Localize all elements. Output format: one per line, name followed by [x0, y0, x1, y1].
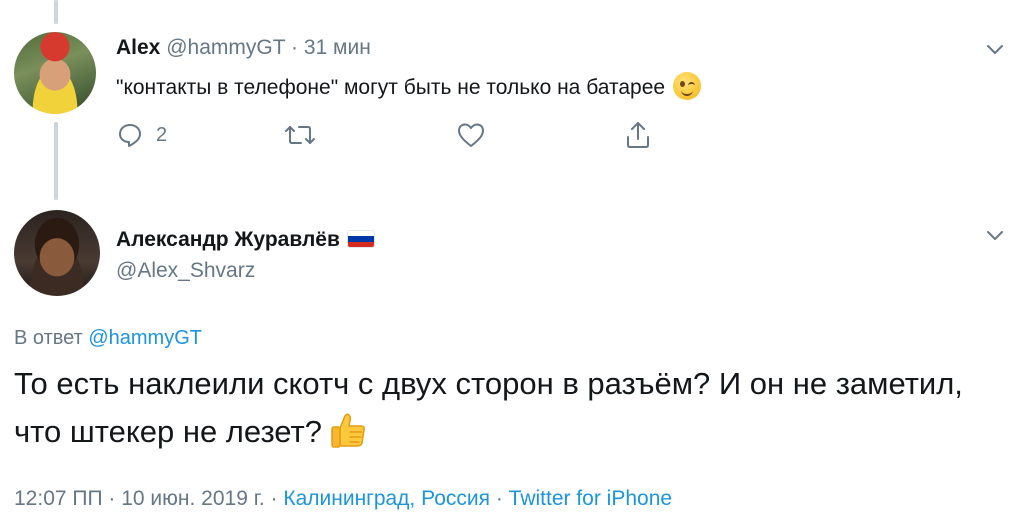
heart-icon[interactable]: [456, 121, 486, 149]
thread-line-bottom: [54, 122, 58, 200]
tweet1-text: "контакты в телефоне" могут быть не толь…: [116, 72, 702, 103]
tweet1-separator: ·: [291, 36, 298, 59]
avatar-alex[interactable]: [14, 32, 96, 114]
reply-to-handle-link[interactable]: @hammyGT: [88, 327, 202, 349]
tweet1-header: Alex @hammyGT · 31 мин: [116, 34, 371, 62]
reply-action[interactable]: 2: [116, 120, 167, 150]
tweet2-location-link[interactable]: Калининград, Россия: [283, 487, 490, 510]
tweet1-text-content: "контакты в телефоне" могут быть не толь…: [116, 76, 666, 99]
tweet2-source-link[interactable]: Twitter for iPhone: [509, 487, 672, 510]
share-icon[interactable]: [624, 120, 652, 150]
tweet2-text: То есть наклеили скотч с двух сторон в р…: [14, 360, 1004, 456]
share-action[interactable]: [624, 120, 652, 150]
tweet2-author-name-line[interactable]: Александр Журавлёв: [116, 226, 374, 254]
thread-line-top: [54, 0, 58, 24]
meta-separator: ·: [264, 487, 284, 510]
russia-flag-icon: [347, 231, 374, 247]
tweet1-chevron-down-icon[interactable]: [984, 38, 1006, 60]
winking-face-emoji-icon: [673, 72, 702, 100]
like-action[interactable]: [456, 120, 486, 150]
retweet-action[interactable]: [284, 120, 316, 150]
reply-to-prefix: В ответ: [14, 327, 83, 349]
tweet2-author-handle[interactable]: @Alex_Shvarz: [116, 257, 255, 285]
tweet1-author-name[interactable]: Alex: [116, 36, 160, 59]
tweet2-text-content: То есть наклеили скотч с двух сторон в р…: [14, 366, 963, 449]
tweet2-author-name[interactable]: Александр Журавлёв: [116, 228, 340, 251]
tweet2-datetime[interactable]: 12:07 ПП · 10 июн. 2019 г.: [14, 487, 265, 510]
retweet-icon[interactable]: [284, 121, 316, 149]
reply-count: 2: [156, 123, 168, 146]
reply-icon[interactable]: [116, 121, 144, 149]
tweet1-author-handle[interactable]: @hammyGT: [166, 36, 285, 59]
meta-separator: ·: [489, 487, 509, 510]
thumbs-up-emoji-icon: [328, 410, 368, 450]
tweet1-time[interactable]: 31 мин: [304, 36, 371, 59]
avatar-alexander[interactable]: [14, 210, 100, 296]
tweet2-meta: 12:07 ПП · 10 июн. 2019 г. · Калининград…: [14, 484, 672, 514]
tweet2-chevron-down-icon[interactable]: [984, 224, 1006, 246]
reply-to-line: В ответ @hammyGT: [14, 324, 202, 352]
